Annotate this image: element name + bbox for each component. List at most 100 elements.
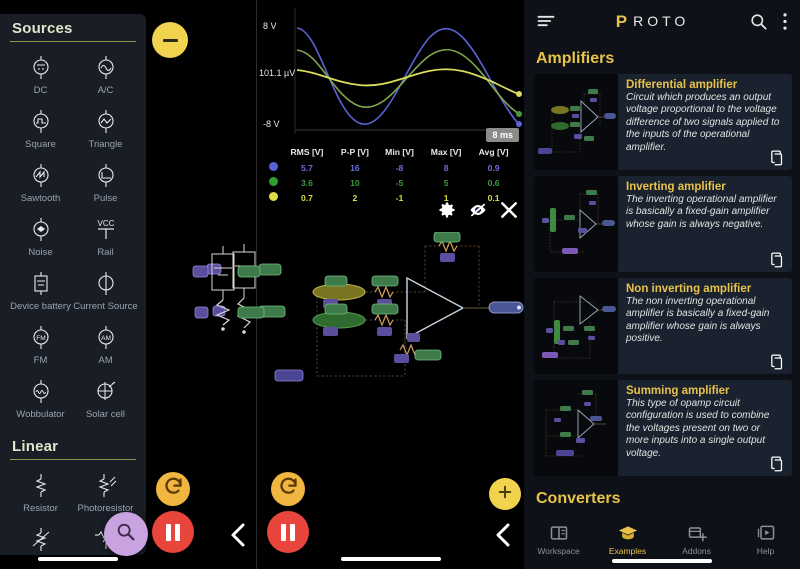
close-icon[interactable] xyxy=(499,200,519,220)
component-palette[interactable]: Sources DC A/C Square Triangle Sawtooth … xyxy=(0,14,146,555)
more-vertical-icon[interactable] xyxy=(782,12,788,31)
palette-item-rail[interactable]: VCC Rail xyxy=(73,210,138,264)
examples-browser-panel: P ROTO Amplifiers Differential amplifier… xyxy=(524,0,800,569)
app-bar: P ROTO xyxy=(524,0,800,42)
palette-item-ntc-thermistor[interactable]: NTC Thermistor xyxy=(8,520,73,555)
example-thumbnail xyxy=(534,176,618,272)
palette-item-wobbulator[interactable]: Wobbulator xyxy=(8,372,73,426)
copy-icon[interactable] xyxy=(769,149,786,166)
palette-item-ac[interactable]: A/C xyxy=(73,48,138,102)
palette-item-sawtooth[interactable]: Sawtooth xyxy=(8,156,73,210)
example-details[interactable]: Inverting amplifier The inverting operat… xyxy=(618,176,792,272)
pause-simulation-fab-2[interactable] xyxy=(267,511,309,553)
palette-item-label: Pulse xyxy=(93,193,118,204)
hamburger-menu-icon[interactable] xyxy=(536,11,556,31)
pause-icon xyxy=(281,523,295,541)
cell-rms: 5.7 xyxy=(300,162,313,173)
palette-item-label: AM xyxy=(98,355,113,366)
svg-text:AM: AM xyxy=(101,335,111,342)
collapse-panel-chevron-2[interactable] xyxy=(493,522,515,553)
list-item[interactable]: Summing amplifier This type of opamp cir… xyxy=(524,380,800,476)
example-details[interactable]: Summing amplifier This type of opamp cir… xyxy=(618,380,792,476)
palette-item-am[interactable]: AM AM xyxy=(73,318,138,372)
palette-item-square[interactable]: Square xyxy=(8,102,73,156)
trace-color-dot xyxy=(265,190,281,205)
nav-item-addons[interactable]: Addons xyxy=(662,523,731,556)
example-thumbnail xyxy=(534,380,618,476)
palette-item-current-source[interactable]: Current Source xyxy=(73,264,138,318)
palette-item-pulse[interactable]: Pulse xyxy=(73,156,138,210)
search-icon xyxy=(115,521,137,548)
ref-chip xyxy=(394,354,409,363)
reset-icon xyxy=(163,476,184,502)
palette-item-dc[interactable]: DC xyxy=(8,48,73,102)
list-item[interactable]: Inverting amplifier The inverting operat… xyxy=(524,176,800,272)
palette-item-fm[interactable]: FM FM xyxy=(8,318,73,372)
nav-item-workspace[interactable]: Workspace xyxy=(524,523,593,556)
collapse-panel-chevron[interactable] xyxy=(228,522,250,553)
zoom-out-fab[interactable] xyxy=(152,22,188,58)
photoresistor-icon xyxy=(93,473,119,499)
settings-gear-icon[interactable] xyxy=(437,200,457,220)
search-fab[interactable] xyxy=(104,512,148,556)
trace-color-header xyxy=(265,146,281,160)
nav-item-examples[interactable]: Examples xyxy=(593,523,662,556)
pulse-wave-icon xyxy=(93,163,119,189)
brand-logo-icon: P xyxy=(615,11,628,31)
palette-item-label: A/C xyxy=(97,85,114,96)
palette-item-label: Triangle xyxy=(88,139,123,150)
palette-item-label: Square xyxy=(25,139,56,150)
system-home-indicator-3 xyxy=(612,559,712,563)
restart-simulation-fab[interactable] xyxy=(156,472,190,506)
sawtooth-wave-icon xyxy=(28,163,54,189)
ref-chip xyxy=(323,327,338,336)
table-row[interactable]: 3.6 10 -5 5 0.6 xyxy=(265,175,517,190)
palette-item-label: Solar cell xyxy=(85,409,126,420)
list-item[interactable]: Non inverting amplifier The non invertin… xyxy=(524,278,800,374)
app-screen: Sources DC A/C Square Triangle Sawtooth … xyxy=(0,0,800,569)
example-name: Differential amplifier xyxy=(626,79,738,91)
copy-icon[interactable] xyxy=(769,455,786,472)
oscilloscope[interactable]: 8 V 101.1 µV -8 V 8 ms RMS [V] P-P [V] M… xyxy=(257,0,525,232)
example-details[interactable]: Non inverting amplifier The non invertin… xyxy=(618,278,792,374)
palette-item-resistor[interactable]: Resistor xyxy=(8,466,73,520)
nav-item-help[interactable]: Help xyxy=(731,523,800,556)
sources-grid: DC A/C Square Triangle Sawtooth Pulse No… xyxy=(8,48,138,426)
plus-icon xyxy=(496,483,514,506)
example-details[interactable]: Differential amplifier Circuit which pro… xyxy=(618,74,792,170)
list-item[interactable]: Differential amplifier Circuit which pro… xyxy=(524,74,800,170)
cell-pp: 10 xyxy=(350,177,360,188)
copy-icon[interactable] xyxy=(769,353,786,370)
example-name: Non inverting amplifier xyxy=(626,283,752,295)
scope-y-min-label: -8 V xyxy=(263,119,280,129)
pause-simulation-fab[interactable] xyxy=(152,511,194,553)
example-description: The non inverting operational amplifier … xyxy=(626,296,770,345)
palette-item-triangle[interactable]: Triangle xyxy=(73,102,138,156)
palette-item-label: Rail xyxy=(97,247,114,258)
example-description: Circuit which produces an output voltage… xyxy=(626,92,780,153)
cell-rms: 0.7 xyxy=(300,192,313,203)
standalone-circuit[interactable] xyxy=(189,244,299,334)
palette-item-label: Resistor xyxy=(23,503,58,514)
workspace-icon xyxy=(549,523,569,543)
restart-simulation-fab-2[interactable] xyxy=(271,472,305,506)
copy-icon[interactable] xyxy=(769,251,786,268)
palette-item-label: DC xyxy=(33,85,48,96)
noise-source-icon xyxy=(28,217,54,243)
scope-y-max-label: 8 V xyxy=(263,21,277,31)
palette-item-noise[interactable]: Noise xyxy=(8,210,73,264)
search-icon[interactable] xyxy=(749,12,768,31)
palette-item-device-battery[interactable]: Device battery xyxy=(8,264,73,318)
svg-text:FM: FM xyxy=(36,335,45,342)
palette-item-solar-cell[interactable]: Solar cell xyxy=(73,372,138,426)
table-header-row: RMS [V] P-P [V] Min [V] Max [V] Avg [V] xyxy=(265,146,517,160)
hide-eye-icon[interactable] xyxy=(468,200,488,220)
table-row[interactable]: 5.7 16 -8 8 0.9 xyxy=(265,160,517,175)
palette-item-label: FM xyxy=(33,355,48,366)
value-chip xyxy=(324,303,348,315)
system-home-indicator xyxy=(38,557,118,561)
add-component-fab[interactable] xyxy=(489,478,521,510)
scope-time-label[interactable]: 8 ms xyxy=(486,128,519,142)
bottom-navigation: Workspace Examples Addons Help xyxy=(524,517,800,569)
palette-item-label: Sawtooth xyxy=(20,193,61,204)
